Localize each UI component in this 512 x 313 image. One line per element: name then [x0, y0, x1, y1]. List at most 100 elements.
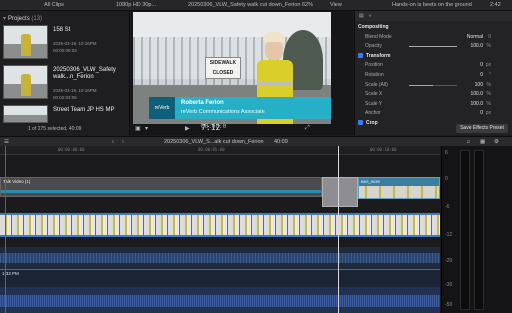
viewer-controls: ▣ ▾ ▶ 00:00:0 7:12 ⤢: [131, 123, 353, 135]
settings-icon[interactable]: ⚙: [494, 139, 499, 145]
inspector-panel: ▤ ◐ Compositing Blend Mode Normal 0 Opacity 1…: [354, 11, 512, 135]
meter-label: -6: [445, 204, 450, 210]
lower-third-role: reVerb Communications Associate: [181, 109, 265, 115]
browser-clip[interactable]: 20250306_VLW_Safety walk...n_Ferion 2025…: [3, 65, 127, 103]
clip-title: Street Team JP HS MP: [53, 107, 115, 113]
inspector-label: Position: [365, 62, 383, 69]
lower-third-title: reVerb Roberta Ferion reVerb Communicati…: [149, 97, 331, 119]
skimmer[interactable]: [5, 146, 6, 313]
sidewalk-sign: SIDEWALK CLOSED: [205, 57, 241, 79]
index-icon[interactable]: ☰: [4, 139, 9, 145]
clip-date: 2025-03-19, 10:16PM: [53, 88, 97, 93]
inspector-unit: px: [485, 110, 491, 117]
gap-clip[interactable]: [322, 177, 358, 207]
inspector-unit: °: [489, 72, 491, 78]
inspector-label: Rotation: [365, 72, 384, 78]
clip-title: 158 St: [53, 27, 71, 33]
inspector-row-compositing[interactable]: Compositing: [355, 23, 512, 32]
clip-thumbnail: [3, 25, 48, 59]
clip-title: 20250306_VLW_Safety walk...n_Ferion: [53, 67, 116, 80]
inspector-value[interactable]: 100: [475, 82, 483, 88]
lower-third-name: Roberta Ferion: [181, 100, 224, 106]
inspector-value[interactable]: 100.0: [470, 43, 483, 49]
meter-label: -12: [445, 232, 453, 238]
inspector-unit: px: [485, 62, 491, 69]
meter-label: -30: [445, 282, 453, 288]
projects-header[interactable]: ▾ Projects (13): [3, 15, 42, 22]
ruler-tick: 00:00:10:00: [370, 147, 397, 152]
inspector-row-opacity[interactable]: Opacity 100.0%: [355, 42, 512, 51]
meter-label: -20: [445, 258, 453, 264]
clip-duration: 00:00:09:03: [53, 48, 77, 53]
clip-thumbnail: [3, 105, 48, 123]
clip-thumbnail: [3, 65, 48, 99]
inspector-value[interactable]: 0: [480, 72, 483, 78]
fullscreen-icon[interactable]: ⤢: [305, 125, 310, 132]
inspector-label: Anchor: [365, 110, 381, 117]
zoom-menu[interactable]: 62%: [302, 2, 313, 8]
value-slider[interactable]: [409, 46, 457, 48]
inspector-unit: %: [486, 81, 491, 88]
inspector-row-scale-all[interactable]: Scale (All) 100%: [355, 81, 512, 90]
meter-label: -50: [445, 302, 453, 308]
grid-icon[interactable]: ▦: [480, 139, 485, 145]
value-slider[interactable]: [409, 84, 457, 86]
clip-date: 2025-03-19, 10:16PM: [53, 41, 97, 46]
connected-clip[interactable]: IMG_0039: [358, 177, 440, 199]
transform-tool-icon[interactable]: ▣: [135, 125, 141, 132]
filter-icon[interactable]: ◐: [369, 13, 372, 19]
browser-clip[interactable]: Street Team JP HS MP: [3, 105, 127, 123]
inspector-label: Crop: [366, 120, 378, 126]
primary-storyline-clip[interactable]: [0, 213, 440, 237]
inspector-row-anchor[interactable]: Anchor 0 px: [355, 109, 512, 118]
timeline-ruler[interactable]: 00:00:00:00 00:00:05:00 00:00:10:00: [0, 146, 440, 155]
save-effects-preset-button[interactable]: Save Effects Preset: [456, 124, 508, 133]
all-clips-menu[interactable]: All Clips: [44, 2, 64, 8]
inspector-row-rotation[interactable]: Rotation 0 °: [355, 71, 512, 80]
video-inspector-icon[interactable]: ▤: [359, 13, 364, 19]
inspector-row-scale-y[interactable]: Scale Y 100.0%: [355, 100, 512, 109]
inspector-value[interactable]: 0: [480, 62, 483, 68]
inspector-value[interactable]: 100.0: [470, 101, 483, 107]
playhead[interactable]: [338, 146, 339, 313]
project-count: (13): [31, 16, 43, 22]
video-frame[interactable]: SIDEWALK CLOSED reVerb Roberta Ferion re…: [133, 12, 331, 124]
play-icon[interactable]: ▶: [185, 125, 190, 132]
inspector-row-blend-mode[interactable]: Blend Mode Normal 0: [355, 33, 512, 42]
meter-label: 0: [445, 176, 448, 182]
timeline-tracks[interactable]: Talk Video (1) IMG_0039 1:33 PM: [0, 155, 440, 313]
duration-label: 2:42: [490, 2, 501, 8]
project-duration: 40:09: [274, 139, 288, 145]
title-clip[interactable]: Talk Video (1): [0, 177, 322, 197]
inspector-row-transform[interactable]: Transform: [355, 52, 512, 61]
inspector-label: Transform: [366, 52, 391, 59]
clip-duration: 00:02:03:06: [53, 95, 77, 100]
headphones-icon[interactable]: ♫: [466, 139, 470, 145]
inspector-label: Scale Y: [365, 100, 383, 107]
selection-status: 1 of 275 selected, 40:09: [28, 126, 82, 132]
audio-track[interactable]: [0, 287, 440, 313]
inspector-row-position[interactable]: Position 0 px: [355, 61, 512, 70]
format-label[interactable]: 1080p HD 30p...: [116, 2, 156, 8]
meter-right: [474, 150, 484, 310]
ruler-tick: 00:00:05:00: [198, 147, 225, 152]
inspector-row-scale-x[interactable]: Scale X 100.0%: [355, 90, 512, 99]
chevron-down-icon[interactable]: ▾: [145, 125, 148, 132]
forward-icon[interactable]: ›: [122, 139, 124, 145]
inspector-label: Scale X: [365, 91, 383, 98]
project-title: 20250306_VLW_S...alk cut down_Ferion: [164, 139, 264, 145]
back-icon[interactable]: ‹: [112, 139, 114, 145]
inspector-value[interactable]: Normal: [467, 34, 483, 40]
inspector-title: Hands-on is beets on the ground: [392, 2, 472, 8]
enable-checkbox[interactable]: [358, 52, 363, 58]
enable-checkbox[interactable]: [358, 120, 363, 125]
audio-track[interactable]: [0, 247, 440, 269]
viewer-title: 20250306_VLW_Safety walk cut down_Ferion: [188, 2, 301, 8]
chevron-down-icon: ▾: [3, 16, 7, 22]
view-menu[interactable]: View: [330, 2, 342, 8]
audio-clip[interactable]: 1:33 PM: [0, 269, 440, 287]
inspector-value[interactable]: 0: [480, 110, 483, 116]
inspector-value[interactable]: 100.0: [470, 91, 483, 97]
inspector-unit: %: [486, 91, 491, 98]
browser-clip[interactable]: 158 St 2025-03-19, 10:16PM 00:00:09:03: [3, 25, 127, 63]
